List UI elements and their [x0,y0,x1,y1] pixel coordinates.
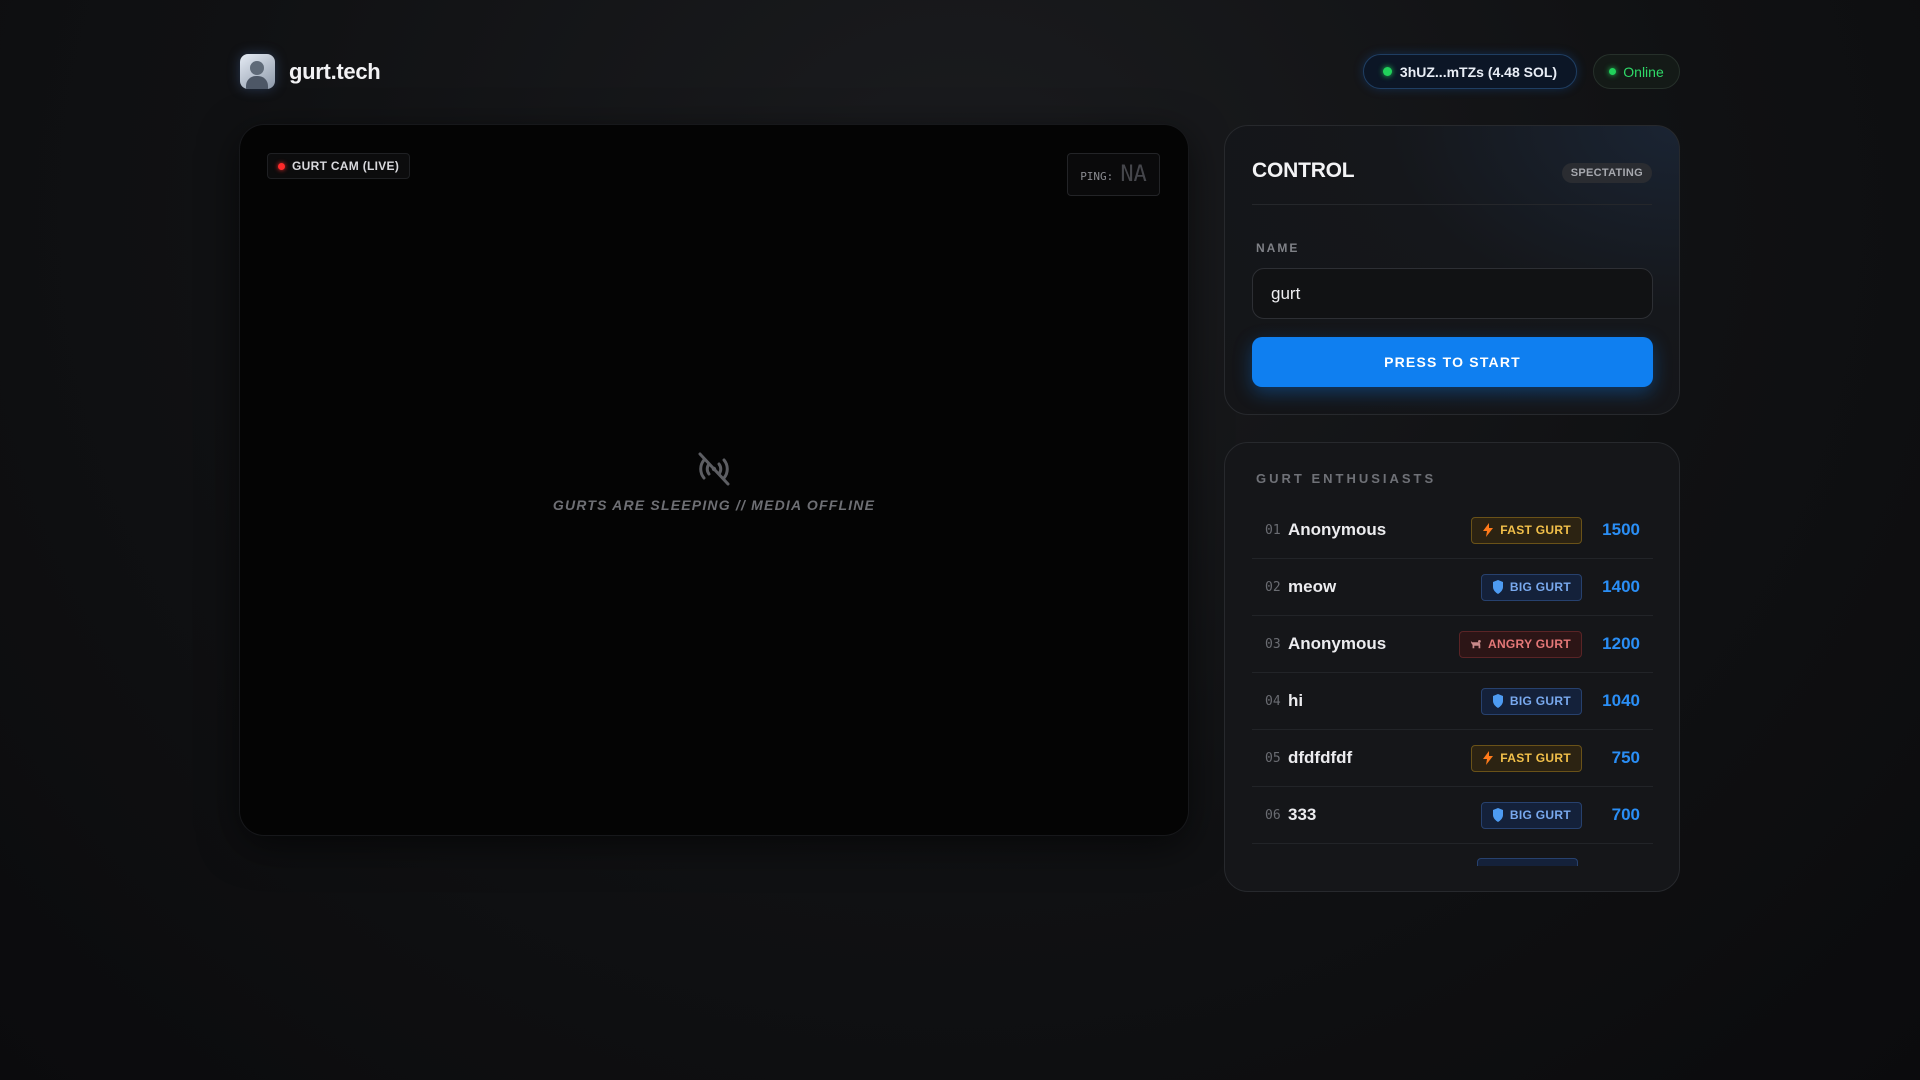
online-dot-icon [1609,68,1617,75]
live-dot-icon [278,162,285,170]
player-name: Anonymous [1288,520,1387,539]
brand-name: gurt.tech [289,58,381,84]
leaderboard-title: GURT ENTHUSIASTS [1256,471,1437,486]
player-name: meow [1288,577,1337,596]
cam-label: GURT CAM (LIVE) [292,159,400,173]
badge-big-gurt: BIG GURT [1480,573,1582,601]
wallet-label: 3hUZ...mTZs (4.48 SOL) [1399,63,1558,80]
rank: 03 [1265,636,1281,652]
badge-label: BIG GURT [1509,808,1571,822]
control-panel: CONTROL SPECTATING NAME PRESS TO START [1224,125,1680,415]
leaderboard-row: 05 dfdfdfdf FAST GURT 750 [1252,730,1653,787]
leaderboard-row: 02 meow BIG GURT 1400 [1252,559,1653,616]
name-input[interactable] [1252,268,1653,319]
score: 1200 [1602,634,1640,653]
badge-label: BIG GURT [1509,694,1571,708]
player-name: Anonymous [1288,634,1387,653]
leaderboard-row: 01 Anonymous FAST GURT 1500 [1252,502,1653,559]
badge-big-gurt: BIG GURT [1480,801,1582,829]
divider [1252,204,1652,205]
leaderboard-list[interactable]: 01 Anonymous FAST GURT 1500 02 meow BIG … [1252,502,1653,870]
player-name: 333 [1288,805,1317,824]
leaderboard-row: 03 Anonymous ANGRY GURT 1200 [1252,616,1653,673]
badge-label: FAST GURT [1500,523,1571,537]
score: 700 [1611,805,1640,824]
cam-live-badge: GURT CAM (LIVE) [267,153,411,179]
media-offline-placeholder: GURTS ARE SLEEPING // MEDIA OFFLINE [240,448,1188,513]
badge-angry-gurt: ANGRY GURT [1458,630,1582,658]
connection-status-badge: Online [1593,54,1680,89]
offline-message: GURTS ARE SLEEPING // MEDIA OFFLINE [552,497,876,513]
player-name: hi [1288,691,1304,710]
video-panel: GURT CAM (LIVE) PING: NA GURTS ARE SLEEP… [240,125,1188,835]
start-button[interactable]: PRESS TO START [1252,337,1653,387]
rank: 04 [1265,693,1281,709]
badge-big-gurt: BIG GURT [1480,687,1582,715]
score: 750 [1611,748,1640,767]
badge-fast-gurt: FAST GURT [1471,516,1582,544]
connection-status-label: Online [1623,63,1664,80]
leaderboard-row: 04 hi BIG GURT 1040 [1252,673,1653,730]
badge-fast-gurt: FAST GURT [1471,744,1582,772]
ping-value: NA [1120,162,1147,187]
name-label: NAME [1256,241,1300,255]
mode-badge: SPECTATING [1561,163,1652,183]
leaderboard-panel: GURT ENTHUSIASTS 01 Anonymous FAST GURT … [1224,442,1680,892]
leaderboard-row-partial [1252,844,1653,866]
ping-label: PING: [1080,170,1114,183]
top-bar: gurt.tech 3hUZ...mTZs (4.48 SOL) Online [240,54,1680,90]
logo-avatar [240,54,275,89]
lightning-icon [1483,751,1494,765]
wallet-status-dot-icon [1382,67,1392,76]
badge-label: FAST GURT [1500,751,1571,765]
rank: 06 [1265,807,1281,823]
badge-label: BIG GURT [1509,580,1571,594]
control-title: CONTROL [1252,159,1355,182]
score: 1500 [1602,520,1640,539]
badge-stub [1477,858,1578,866]
wallet-button[interactable]: 3hUZ...mTZs (4.48 SOL) [1363,54,1577,89]
rank: 01 [1265,522,1281,538]
shield-icon [1492,808,1503,822]
ping-indicator: PING: NA [1067,153,1160,196]
shield-icon [1492,694,1503,708]
badge-label: ANGRY GURT [1487,637,1571,651]
leaderboard-row: 06 333 BIG GURT 700 [1252,787,1653,844]
rank: 05 [1265,750,1281,766]
shield-icon [1492,580,1503,594]
player-name: dfdfdfdf [1288,748,1353,767]
score: 1400 [1602,577,1640,596]
brand[interactable]: gurt.tech [240,54,381,89]
score: 1040 [1602,691,1640,710]
rank: 02 [1265,579,1281,595]
bull-icon [1470,640,1481,649]
signal-off-icon [698,452,730,486]
lightning-icon [1483,523,1494,537]
